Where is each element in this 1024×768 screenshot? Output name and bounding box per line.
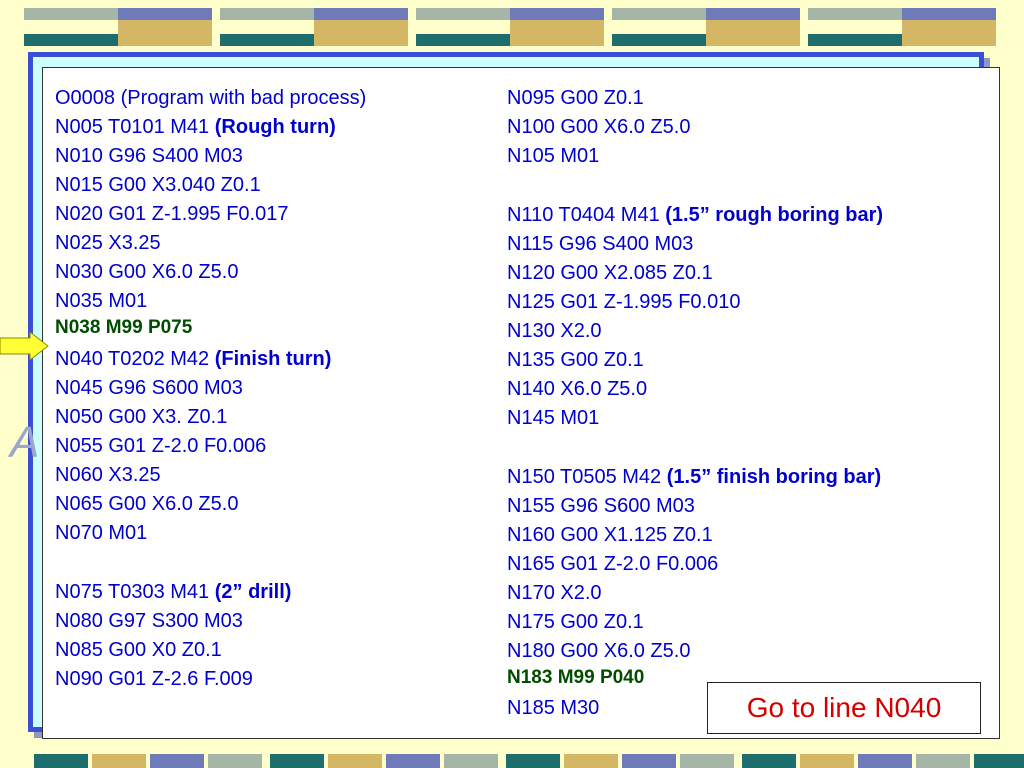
code-line-text: N055 G01 Z-2.0 F0.006 xyxy=(55,435,267,457)
code-line-text: N025 X3.25 xyxy=(55,232,161,254)
code-line: N060 X3.25 xyxy=(55,463,161,487)
code-line: N030 G00 X6.0 Z5.0 xyxy=(55,260,238,284)
banner-tile xyxy=(808,8,996,46)
code-line-text: N040 T0202 M42 xyxy=(55,348,215,370)
code-line-text: N130 X2.0 xyxy=(507,320,602,342)
code-line: N120 G00 X2.085 Z0.1 xyxy=(507,261,713,285)
code-line-comment: (1.5” finish boring bar) xyxy=(666,466,882,488)
code-line-text: N035 M01 xyxy=(55,290,148,312)
code-line-text: N060 X3.25 xyxy=(55,464,161,486)
code-line-text: N155 G96 S600 M03 xyxy=(507,495,695,517)
code-line-text: N100 G00 X6.0 Z5.0 xyxy=(507,116,691,138)
highlighted-code-line: N038 M99 P075 xyxy=(55,316,192,340)
code-line: N180 G00 X6.0 Z5.0 xyxy=(507,639,690,663)
code-line: N090 G01 Z-2.6 F.009 xyxy=(55,667,253,691)
code-line-text: N010 G96 S400 M03 xyxy=(55,145,243,167)
code-line: N170 X2.0 xyxy=(507,581,602,605)
background-letter: A xyxy=(10,418,42,467)
code-line: N010 G96 S400 M03 xyxy=(55,144,243,168)
code-line: N025 X3.25 xyxy=(55,231,161,255)
cnc-program-listing: O0008 (Program with bad process) N005 T01… xyxy=(42,67,1000,739)
code-line-text: N050 G00 X3. Z0.1 xyxy=(55,406,228,428)
code-line-text: N045 G96 S600 M03 xyxy=(55,377,243,399)
code-line-text: N015 G00 X3.040 Z0.1 xyxy=(55,174,261,196)
code-line: N050 G00 X3. Z0.1 xyxy=(55,405,227,429)
goto-callout: Go to line N040 xyxy=(707,682,981,734)
code-line-text: N170 X2.0 xyxy=(507,582,602,604)
code-line: N070 M01 xyxy=(55,521,147,545)
code-line-text: N030 G00 X6.0 Z5.0 xyxy=(55,261,239,283)
code-line: N045 G96 S600 M03 xyxy=(55,376,243,400)
code-line: N055 G01 Z-2.0 F0.006 xyxy=(55,434,266,458)
code-line: N185 M30 xyxy=(507,696,599,720)
code-line-text: N183 M99 P040 xyxy=(507,667,645,688)
banner-tile xyxy=(612,8,800,46)
code-line: N005 T0101 M41 (Rough turn) xyxy=(55,115,336,139)
code-line-text: N180 G00 X6.0 Z5.0 xyxy=(507,640,691,662)
code-line-text: N105 M01 xyxy=(507,145,600,167)
code-line-text: N110 T0404 M41 xyxy=(507,204,666,226)
code-line: N105 M01 xyxy=(507,144,599,168)
code-line: N035 M01 xyxy=(55,289,147,313)
code-line-text: N005 T0101 M41 xyxy=(55,116,215,138)
code-line-text: N038 M99 P075 xyxy=(55,317,193,338)
code-line-text: N075 T0303 M41 xyxy=(55,581,215,603)
code-line-comment: (Finish turn) xyxy=(214,348,332,370)
code-line: N140 X6.0 Z5.0 xyxy=(507,377,647,401)
code-line: N095 G00 Z0.1 xyxy=(507,86,644,110)
code-line: N165 G01 Z-2.0 F0.006 xyxy=(507,552,718,576)
code-line: N150 T0505 M42 (1.5” finish boring bar) xyxy=(507,465,881,489)
code-line: N020 G01 Z-1.995 F0.017 xyxy=(55,202,288,226)
code-line: N145 M01 xyxy=(507,406,599,430)
code-line: N080 G97 S300 M03 xyxy=(55,609,243,633)
code-line: N040 T0202 M42 (Finish turn) xyxy=(55,347,331,371)
code-line-comment: (2” drill) xyxy=(214,581,292,603)
code-line: N015 G00 X3.040 Z0.1 xyxy=(55,173,261,197)
code-line-text: N095 G00 Z0.1 xyxy=(507,87,644,109)
code-line-text: N125 G01 Z-1.995 F0.010 xyxy=(507,291,741,313)
arrow-right-icon xyxy=(0,332,49,360)
code-line-text: N150 T0505 M42 xyxy=(507,466,667,488)
banner-tile xyxy=(416,8,604,46)
code-line-text: O0008 (Program with bad process) xyxy=(55,87,367,109)
code-line-text: N160 G00 X1.125 Z0.1 xyxy=(507,524,713,546)
code-line: N115 G96 S400 M03 xyxy=(507,232,693,256)
code-line-text: N080 G97 S300 M03 xyxy=(55,610,243,632)
code-line: N135 G00 Z0.1 xyxy=(507,348,644,372)
code-line: N085 G00 X0 Z0.1 xyxy=(55,638,222,662)
code-line-text: N065 G00 X6.0 Z5.0 xyxy=(55,493,239,515)
bottom-decorative-banner xyxy=(34,754,1024,768)
code-line-text: N115 G96 S400 M03 xyxy=(507,233,694,255)
code-line-text: N165 G01 Z-2.0 F0.006 xyxy=(507,553,719,575)
code-line: N130 X2.0 xyxy=(507,319,602,343)
code-line-text: N120 G00 X2.085 Z0.1 xyxy=(507,262,713,284)
code-line-text: N085 G00 X0 Z0.1 xyxy=(55,639,222,661)
code-line: N155 G96 S600 M03 xyxy=(507,494,695,518)
code-line-text: N145 M01 xyxy=(507,407,600,429)
code-line: N110 T0404 M41 (1.5” rough boring bar) xyxy=(507,203,883,227)
code-line-text: N135 G00 Z0.1 xyxy=(507,349,644,371)
code-line: N160 G00 X1.125 Z0.1 xyxy=(507,523,713,547)
code-line: N065 G00 X6.0 Z5.0 xyxy=(55,492,238,516)
code-line-text: N175 G00 Z0.1 xyxy=(507,611,644,633)
code-line-comment: (Rough turn) xyxy=(214,116,336,138)
banner-tile xyxy=(220,8,408,46)
code-line-comment: (1.5” rough boring bar) xyxy=(665,204,884,226)
code-line: N100 G00 X6.0 Z5.0 xyxy=(507,115,690,139)
code-line-text: N090 G01 Z-2.6 F.009 xyxy=(55,668,253,690)
code-line: N075 T0303 M41 (2” drill) xyxy=(55,580,291,604)
code-line: O0008 (Program with bad process) xyxy=(55,86,366,110)
banner-tile xyxy=(24,8,212,46)
code-line: N125 G01 Z-1.995 F0.010 xyxy=(507,290,740,314)
code-line-text: N070 M01 xyxy=(55,522,148,544)
code-line-text: N020 G01 Z-1.995 F0.017 xyxy=(55,203,289,225)
top-decorative-banner xyxy=(24,8,1000,46)
code-line: N175 G00 Z0.1 xyxy=(507,610,644,634)
code-line-text: N140 X6.0 Z5.0 xyxy=(507,378,648,400)
highlighted-code-line: N183 M99 P040 xyxy=(507,666,644,690)
code-line-text: N185 M30 xyxy=(507,697,600,719)
